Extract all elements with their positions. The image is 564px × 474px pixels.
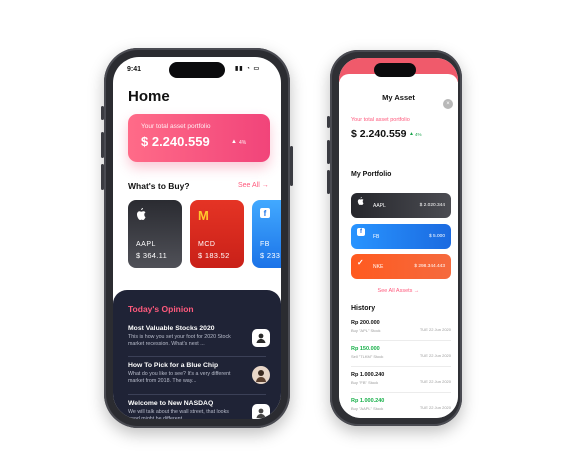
see-all-assets-link[interactable]: See All Assets → xyxy=(339,288,458,294)
opinion-item-desc: We will talk about the wall street, that… xyxy=(128,409,229,419)
stock-card-aapl[interactable]: AAPL $ 364.11 xyxy=(128,200,182,268)
left-phone-frame: 9:41 ▮▮ ◔ ▭ Home Your total asset portfo… xyxy=(101,48,293,428)
divider xyxy=(128,394,266,395)
facebook-icon: f xyxy=(357,228,365,236)
action-button xyxy=(327,116,330,128)
arrow-up-icon: ▲ xyxy=(231,139,237,145)
history-date: TUE 22 Jun 2020 xyxy=(419,379,451,384)
opinion-item[interactable]: How To Pick for a Blue Chip What do you … xyxy=(128,362,270,385)
stock-price: $ 183.52 xyxy=(198,251,230,260)
apple-icon xyxy=(136,208,146,223)
history-amount: Rp 1.000.240 xyxy=(351,372,385,378)
portfolio-change: 4% xyxy=(239,140,247,146)
stock-ticker: AAPL xyxy=(136,241,156,248)
portfolio-price: $ 2.020.344 xyxy=(419,203,445,208)
status-time: 9:41 xyxy=(127,66,142,73)
history-amount: Rp 1.000.240 xyxy=(351,398,385,404)
author-avatar xyxy=(252,366,270,384)
history-amount: Rp 200.000 xyxy=(351,320,380,326)
volume-up-button xyxy=(101,132,104,158)
volume-up-button xyxy=(327,140,330,164)
opinion-item[interactable]: Most Valuable Stocks 2020 This is how yo… xyxy=(128,325,270,348)
history-item[interactable]: Rp 1.000.240 Buy "AAPL" Stock TUE 22 Jun… xyxy=(351,398,451,411)
stock-ticker: FB xyxy=(260,241,270,248)
see-all-link[interactable]: See All → xyxy=(238,182,269,189)
author-avatar xyxy=(252,329,270,347)
page-title: My Asset xyxy=(382,93,415,102)
history-item[interactable]: Rp 1.000.240 Buy "FB" Stock TUE 22 Jun 2… xyxy=(351,372,451,385)
stock-price: $ 233 xyxy=(260,251,281,260)
history-date: TUE 22 Jun 2020 xyxy=(419,327,451,332)
history-date: TUE 22 Jun 2020 xyxy=(419,353,451,358)
opinion-item-title: How To Pick for a Blue Chip xyxy=(128,362,219,369)
apple-icon xyxy=(357,197,364,207)
page-title: Home xyxy=(128,88,170,105)
section-title: What's to Buy? xyxy=(128,181,190,191)
divider xyxy=(351,340,451,341)
stock-card-fb[interactable]: f FB $ 233 xyxy=(252,200,281,268)
opinion-title: Today's Opinion xyxy=(128,304,194,314)
portfolio-card-fb[interactable]: f FB $ 5.000 xyxy=(351,224,451,249)
power-button xyxy=(290,146,293,186)
action-button xyxy=(101,106,104,120)
stock-card-mcd[interactable]: M MCD $ 183.52 xyxy=(190,200,244,268)
opinion-item[interactable]: Welcome to New NASDAQ We will talk about… xyxy=(128,400,270,419)
arrow-up-icon: ▲ xyxy=(409,131,414,137)
portfolio-card[interactable]: Your total asset portfolio $ 2.240.559 ▲… xyxy=(128,114,270,162)
history-date: TUE 22 Jun 2020 xyxy=(419,405,451,410)
opinion-item-desc: This is how you set your foot for 2020 S… xyxy=(128,334,231,347)
divider xyxy=(128,356,266,357)
left-phone-screen: 9:41 ▮▮ ◔ ▭ Home Your total asset portfo… xyxy=(113,57,281,419)
nike-icon: ✓ xyxy=(357,258,364,267)
stock-price: $ 364.11 xyxy=(136,251,168,260)
portfolio-card-nke[interactable]: ✓ NKE $ 298.344.443 xyxy=(351,254,451,279)
portfolio-ticker: AAPL xyxy=(373,203,386,209)
portfolio-value: $ 2.240.559 xyxy=(351,128,407,140)
status-icons: ▮▮ ◔ ▭ xyxy=(235,66,261,72)
right-phone-screen: My Asset × Your total asset portfolio $ … xyxy=(339,58,458,418)
dynamic-island xyxy=(169,62,225,78)
history-amount: Rp 150.000 xyxy=(351,346,380,352)
history-item[interactable]: Rp 200.000 Buy "APL" Stock TUE 22 Jun 20… xyxy=(351,320,451,333)
dynamic-island xyxy=(374,63,416,77)
opinion-item-title: Welcome to New NASDAQ xyxy=(128,400,214,407)
author-avatar xyxy=(252,404,270,419)
opinion-panel: Today's Opinion Most Valuable Stocks 202… xyxy=(113,290,281,419)
opinion-item-desc: What do you like to see? It's a very dif… xyxy=(128,371,231,384)
divider xyxy=(351,366,451,367)
portfolio-label: Your total asset portfolio xyxy=(141,123,211,130)
portfolio-price: $ 298.344.443 xyxy=(414,264,445,269)
facebook-icon: f xyxy=(260,208,270,218)
portfolio-label: Your total asset portfolio xyxy=(351,117,410,123)
stock-ticker: MCD xyxy=(198,241,216,248)
portfolio-ticker: NKE xyxy=(373,264,384,270)
divider xyxy=(351,392,451,393)
history-item[interactable]: Rp 150.000 Sell "TLKM" Stock TUE 22 Jun … xyxy=(351,346,451,359)
portfolio-change: 4% xyxy=(415,132,422,137)
section-title: History xyxy=(351,305,376,312)
close-icon[interactable]: × xyxy=(443,99,453,109)
opinion-item-title: Most Valuable Stocks 2020 xyxy=(128,325,215,332)
volume-down-button xyxy=(101,164,104,190)
portfolio-price: $ 5.000 xyxy=(428,234,445,239)
mcdonalds-icon: M xyxy=(198,208,209,223)
right-phone-frame: My Asset × Your total asset portfolio $ … xyxy=(327,50,462,426)
portfolio-ticker: FB xyxy=(373,234,380,240)
portfolio-card-aapl[interactable]: AAPL $ 2.020.344 xyxy=(351,193,451,218)
section-title: My Portfolio xyxy=(351,171,392,178)
portfolio-value: $ 2.240.559 xyxy=(141,134,210,149)
volume-down-button xyxy=(327,170,330,194)
